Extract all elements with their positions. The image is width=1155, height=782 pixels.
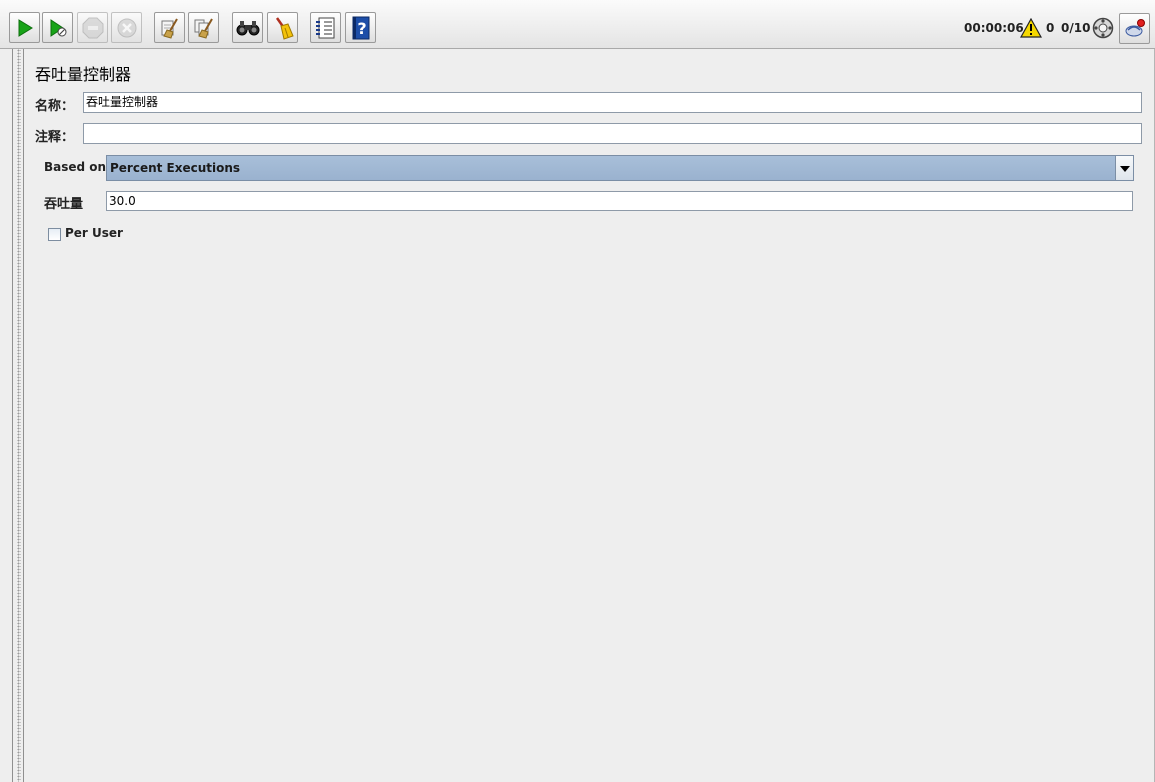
start-button[interactable] <box>9 12 40 43</box>
log-viewer-icon <box>1124 18 1146 40</box>
start-icon <box>17 18 33 37</box>
chevron-down-icon <box>1119 161 1130 175</box>
reset-search-button[interactable] <box>267 12 298 43</box>
comment-field[interactable] <box>83 123 1142 144</box>
clear-all-icon <box>193 17 215 39</box>
per-user-label[interactable]: Per User <box>65 226 123 240</box>
divider-grip[interactable] <box>17 49 21 782</box>
log-viewer-button[interactable] <box>1119 13 1150 44</box>
start-no-pauses-button[interactable] <box>42 12 73 43</box>
stop-icon <box>82 17 104 39</box>
search-icon <box>236 19 260 37</box>
name-label: 名称： <box>35 99 75 114</box>
elapsed-time: 00:00:06 <box>964 21 1024 35</box>
name-field[interactable]: 吞吐量控制器 <box>83 92 1142 113</box>
clear-all-button[interactable] <box>188 12 219 43</box>
help-icon: ? <box>351 16 371 40</box>
divider-line <box>12 49 13 782</box>
help-button[interactable]: ? <box>345 12 376 43</box>
toolbar: ? 00:00:06 0 0/10 <box>0 0 1155 49</box>
svg-text:?: ? <box>357 19 366 38</box>
reset-search-icon <box>272 16 294 40</box>
throughput-field[interactable]: 30.0 <box>106 191 1133 211</box>
based-on-value: Percent Executions <box>110 161 241 175</box>
stop-button[interactable] <box>77 12 108 43</box>
page-title: 吞吐量控制器 <box>35 65 132 84</box>
shutdown-button[interactable] <box>111 12 142 43</box>
split-pane-divider[interactable] <box>0 49 24 782</box>
clear-button[interactable] <box>154 12 185 43</box>
throughput-label: 吞吐量 <box>44 197 84 212</box>
function-helper-icon <box>315 17 337 39</box>
shutdown-icon <box>117 18 137 38</box>
error-count: 0 <box>1046 21 1055 35</box>
based-on-select[interactable]: Percent Executions <box>106 155 1134 181</box>
dropdown-button[interactable] <box>1115 156 1133 180</box>
remote-status-icon[interactable] <box>1092 17 1114 42</box>
based-on-label: Based on <box>44 160 107 174</box>
search-button[interactable] <box>232 12 263 43</box>
divider-line <box>23 49 24 782</box>
start-no-pauses-icon <box>48 18 68 38</box>
clear-icon <box>159 17 181 39</box>
warning-icon <box>1019 17 1043 41</box>
comment-label: 注释： <box>35 130 75 145</box>
function-helper-button[interactable] <box>310 12 341 43</box>
active-threads: 0/10 <box>1061 21 1091 35</box>
per-user-checkbox[interactable] <box>48 228 61 241</box>
